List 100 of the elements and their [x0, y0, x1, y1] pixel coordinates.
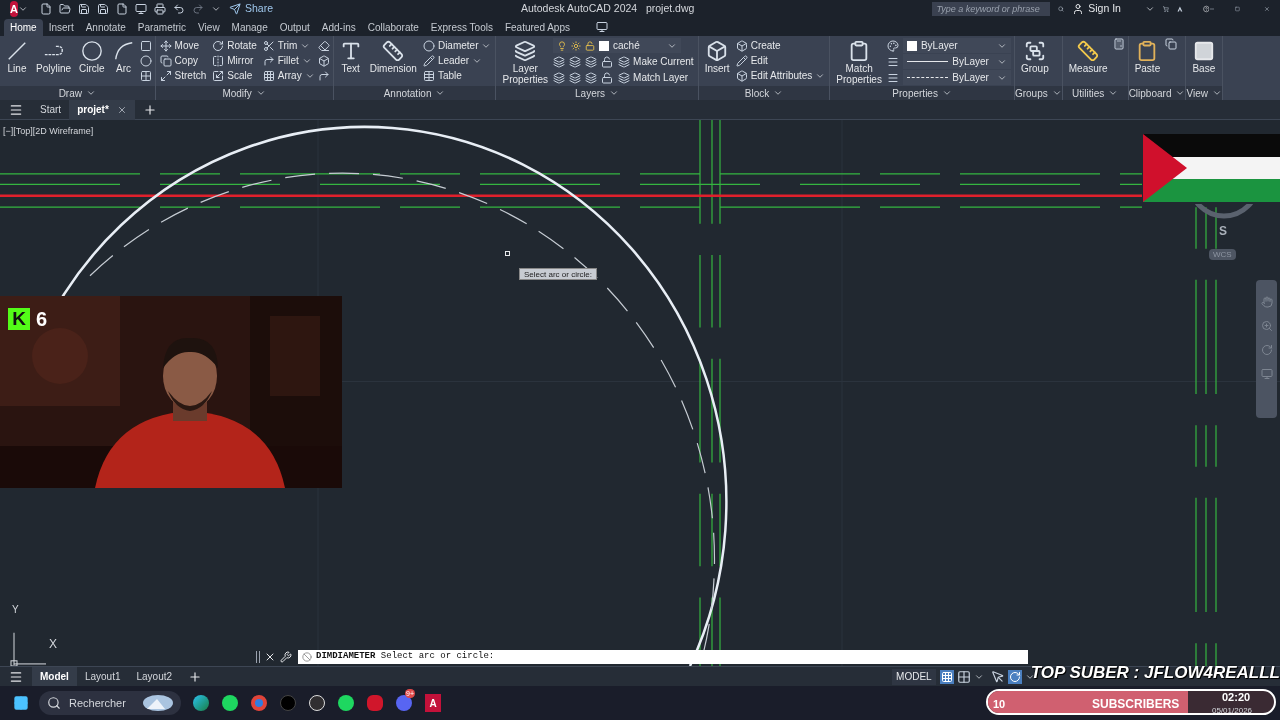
ribbon-tab[interactable]: Insert: [42, 19, 80, 36]
ribbon-button[interactable]: Make Current: [617, 54, 695, 69]
save-as-icon[interactable]: [96, 3, 109, 15]
viewport-controls[interactable]: [−][Top][2D Wireframe]: [3, 125, 94, 139]
ribbon-tab[interactable]: Output: [273, 19, 316, 36]
unlock-icon[interactable]: [601, 55, 614, 68]
layers-icon[interactable]: [585, 55, 598, 68]
ribbon-button[interactable]: Create: [734, 38, 827, 53]
ribbon-tab[interactable]: View: [192, 19, 226, 36]
panel-title[interactable]: Properties: [830, 86, 1014, 100]
ribbon-button[interactable]: Table: [421, 68, 493, 83]
autocad-taskbar-icon[interactable]: A: [425, 694, 441, 712]
sign-in-button[interactable]: Sign In: [1072, 1, 1121, 17]
ribbon-button[interactable]: Measure: [1065, 38, 1111, 74]
layers-icon[interactable]: [569, 71, 582, 84]
ribbon-button[interactable]: Diameter: [421, 38, 493, 53]
share-button[interactable]: Share: [228, 1, 273, 17]
ribbon-tab[interactable]: Annotate: [79, 19, 132, 36]
undo-icon[interactable]: [172, 3, 185, 15]
cart-icon[interactable]: [1162, 3, 1169, 15]
ribbon-tab[interactable]: Manage: [225, 19, 274, 36]
ribbon-button[interactable]: Text: [336, 38, 365, 74]
ribbon-button[interactable]: Base: [1189, 38, 1219, 74]
taskbar-search-field[interactable]: Rechercher: [39, 691, 181, 715]
ellipse-icon[interactable]: [139, 55, 152, 67]
search-icon[interactable]: [1058, 3, 1065, 15]
search-field[interactable]: Type a keyword or phrase: [932, 2, 1051, 16]
panel-title[interactable]: Utilities: [1062, 86, 1128, 100]
app-menu-button[interactable]: A: [10, 1, 18, 17]
windows-start-icon[interactable]: [13, 695, 29, 711]
snap-icon[interactable]: [956, 669, 971, 684]
ribbon-button[interactable]: Edit: [734, 53, 827, 68]
layer-dropdown[interactable]: caché: [553, 38, 682, 53]
menu-icon[interactable]: [9, 669, 23, 684]
panel-title[interactable]: Groups: [1014, 86, 1062, 100]
layers-icon[interactable]: [585, 71, 598, 84]
file-icon[interactable]: [115, 3, 128, 15]
offset-icon[interactable]: [317, 70, 330, 82]
file-tab[interactable]: Start: [32, 99, 70, 120]
ribbon-button[interactable]: Leader: [421, 53, 493, 68]
layers-icon[interactable]: [553, 71, 566, 84]
layout-tab[interactable]: Layout2: [128, 666, 181, 687]
ribbon-tab[interactable]: Express Tools: [424, 19, 499, 36]
panel-title[interactable]: Clipboard: [1128, 86, 1186, 100]
layout-tab[interactable]: Model: [32, 666, 77, 687]
ribbon-button[interactable]: Layer Properties: [499, 38, 552, 85]
layers-icon[interactable]: [553, 55, 566, 68]
panel-title[interactable]: Modify: [155, 86, 333, 100]
panel-title[interactable]: Annotation: [333, 86, 496, 100]
eraser-icon[interactable]: [317, 40, 330, 52]
color-dropdown[interactable]: ByLayer: [902, 38, 1011, 53]
ribbon-button[interactable]: Mirror: [211, 53, 258, 68]
panel-title[interactable]: Draw: [0, 86, 155, 100]
cube-icon[interactable]: [317, 55, 330, 67]
ribbon-button[interactable]: Scale: [211, 68, 258, 83]
save-icon[interactable]: [77, 3, 90, 15]
ribbon-tab[interactable]: Collaborate: [361, 19, 425, 36]
print-icon[interactable]: [153, 3, 166, 15]
copy-icon[interactable]: [1165, 38, 1178, 50]
ribbon-button[interactable]: Insert: [701, 38, 733, 74]
ribbon-button[interactable]: Copy: [158, 53, 208, 68]
ribbon-button[interactable]: Rotate: [211, 38, 258, 53]
ribbon-button[interactable]: Move: [158, 38, 208, 53]
new-tab-icon[interactable]: [142, 102, 157, 117]
ribbon-button[interactable]: Circle: [76, 38, 108, 74]
grid-icon[interactable]: [939, 669, 954, 684]
ribbon-button[interactable]: Group: [1017, 38, 1052, 74]
ribbon-button[interactable]: Polyline: [33, 38, 75, 74]
new-layout-icon[interactable]: [188, 669, 203, 684]
panel-title[interactable]: Block: [698, 86, 830, 100]
lineweight-dropdown[interactable]: ByLayer: [902, 54, 1011, 69]
ribbon-button[interactable]: Match Layer: [617, 70, 690, 85]
panel-title[interactable]: View: [1186, 86, 1222, 100]
ribbon-button[interactable]: Edit Attributes: [734, 68, 827, 83]
new-file-icon[interactable]: [39, 3, 52, 15]
layout-tab[interactable]: Layout1: [76, 666, 129, 687]
pointer-icon[interactable]: [990, 669, 1005, 684]
wrench-icon[interactable]: [280, 651, 292, 663]
ribbon-button[interactable]: Paste: [1131, 38, 1164, 74]
unlock-icon[interactable]: [601, 71, 614, 84]
close-icon[interactable]: [264, 651, 276, 663]
linetype-dropdown[interactable]: ByLayer: [902, 70, 1011, 85]
ribbon-button[interactable]: Line: [3, 38, 31, 74]
hatch-icon[interactable]: [139, 70, 152, 82]
folder-icon[interactable]: [58, 3, 71, 15]
menu-icon[interactable]: [9, 102, 23, 117]
panel-title[interactable]: Layers: [496, 86, 698, 100]
ribbon-button[interactable]: Fillet: [261, 53, 316, 68]
ribbon-tab[interactable]: Home: [4, 19, 43, 36]
polar-icon[interactable]: [1007, 669, 1022, 684]
ribbon-button[interactable]: Dimension: [366, 38, 420, 74]
layers-icon[interactable]: [569, 55, 582, 68]
drawing-canvas[interactable]: [−][Top][2D Wireframe] Select arc or circle: K 6 S WCS Y X DIMDIAMETER Select arc or circle:: [0, 120, 1280, 666]
ribbon-button[interactable]: Array: [261, 68, 316, 83]
restore-icon[interactable]: [1235, 4, 1241, 14]
ribbon-button[interactable]: Stretch: [158, 68, 208, 83]
monitor-icon[interactable]: [595, 21, 608, 33]
ribbon-button[interactable]: Match Properties: [833, 38, 885, 85]
ribbon-tab[interactable]: Add-ins: [315, 19, 362, 36]
ribbon-tab[interactable]: Parametric: [131, 19, 193, 36]
